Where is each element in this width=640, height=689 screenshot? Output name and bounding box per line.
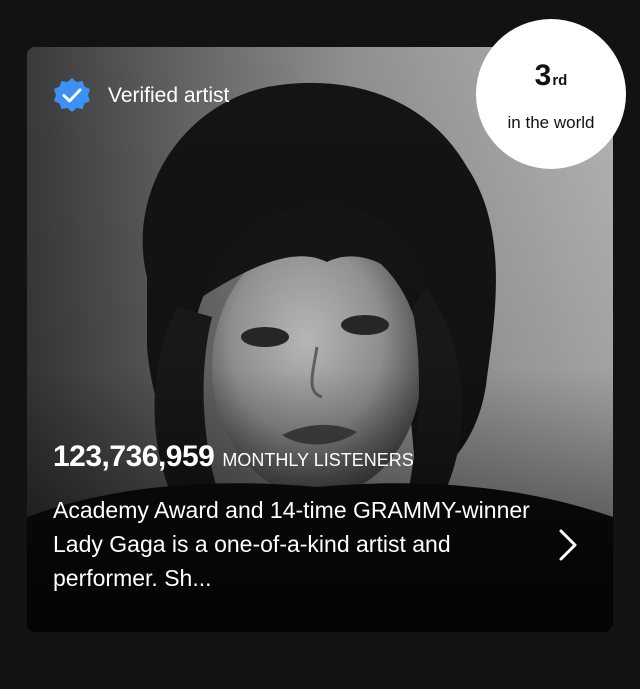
listeners-count: 123,736,959 xyxy=(53,440,215,473)
rank-number: 3rd xyxy=(534,59,568,92)
rank-suffix: rd xyxy=(552,72,568,89)
rank-subtitle: in the world xyxy=(507,113,595,132)
verified-badge-icon xyxy=(54,78,90,112)
chevron-right-icon[interactable] xyxy=(555,527,581,563)
world-rank-badge: 3rd in the world xyxy=(476,19,626,169)
verified-artist-label: Verified artist xyxy=(108,84,230,107)
listeners-label: MONTHLY LISTENERS xyxy=(222,450,414,470)
monthly-listeners: 123,736,959 MONTHLY LISTENERS xyxy=(53,440,414,474)
verified-artist-badge: Verified artist xyxy=(53,77,229,115)
artist-bio: Academy Award and 14-time GRAMMY-winner … xyxy=(53,497,530,591)
